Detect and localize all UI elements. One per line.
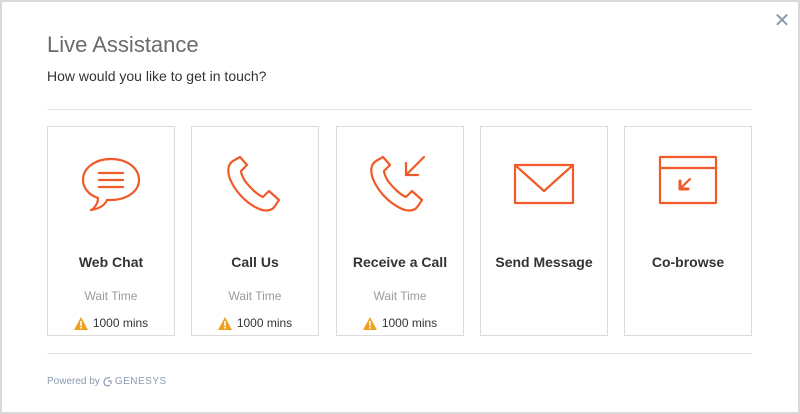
option-label: Co-browse xyxy=(651,254,725,270)
warning-icon xyxy=(73,316,88,330)
envelope-icon xyxy=(481,151,607,215)
wait-time-text: 1000 mins xyxy=(381,316,438,330)
wait-time-label: Wait Time xyxy=(373,289,427,303)
wait-time-value: 1000 mins xyxy=(48,316,174,330)
browser-icon xyxy=(625,151,751,215)
option-receive-call[interactable]: Receive a Call Wait Time 1000 mins xyxy=(336,126,464,336)
dialog-subtitle: How would you like to get in touch? xyxy=(47,68,267,84)
warning-icon xyxy=(362,316,377,330)
powered-by: Powered by GENESYS xyxy=(47,376,167,387)
wait-time-label: Wait Time xyxy=(228,289,282,303)
warning-icon xyxy=(217,316,232,330)
option-label: Call Us xyxy=(231,254,279,270)
phone-icon xyxy=(192,151,318,215)
option-label: Receive a Call xyxy=(352,254,448,270)
wait-time-text: 1000 mins xyxy=(236,316,293,330)
option-label: Send Message xyxy=(495,254,593,270)
live-assistance-dialog: ✕ Live Assistance How would you like to … xyxy=(2,2,798,412)
genesys-logo-icon xyxy=(103,376,112,386)
close-icon[interactable]: ✕ xyxy=(772,11,792,31)
wait-time-label: Wait Time xyxy=(84,289,138,303)
wait-time-value: 1000 mins xyxy=(337,316,463,330)
option-co-browse[interactable]: Co-browse xyxy=(624,126,752,336)
wait-time-value: 1000 mins xyxy=(192,316,318,330)
incoming-call-icon xyxy=(337,151,463,215)
bottom-divider xyxy=(47,353,752,354)
wait-time-text: 1000 mins xyxy=(92,316,149,330)
option-call-us[interactable]: Call Us Wait Time 1000 mins xyxy=(191,126,319,336)
option-web-chat[interactable]: Web Chat Wait Time 1000 mins xyxy=(47,126,175,336)
option-send-message[interactable]: Send Message xyxy=(480,126,608,336)
powered-by-label: Powered by xyxy=(47,376,100,387)
chat-icon xyxy=(48,151,174,215)
top-divider xyxy=(47,109,752,110)
dialog-title: Live Assistance xyxy=(47,32,199,57)
brand-name: GENESYS xyxy=(114,376,167,387)
option-label: Web Chat xyxy=(78,254,144,270)
